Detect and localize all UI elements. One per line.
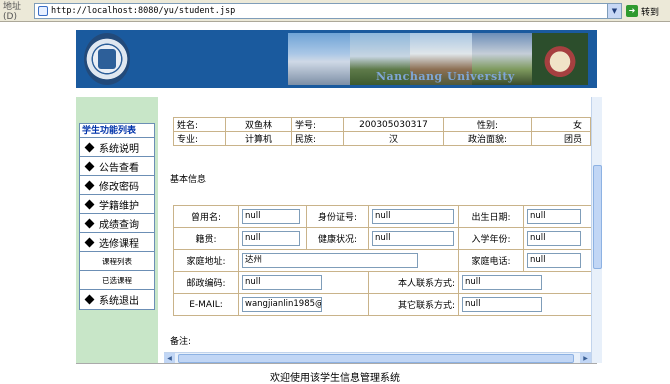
major-value: 计算机 <box>225 131 292 146</box>
basic-info-table: 曾用名: null 身份证号: null 出生日期: null 籍贯: null… <box>173 205 593 316</box>
diamond-bullet-icon <box>84 294 95 305</box>
idcard-label: 身份证号: <box>306 205 369 228</box>
native-place-input[interactable]: null <box>242 231 300 246</box>
email-input[interactable]: wangjianlin1985@ <box>242 297 322 312</box>
home-phone-label: 家庭电话: <box>458 249 524 272</box>
enroll-year-input[interactable]: null <box>527 231 581 246</box>
diamond-bullet-icon <box>84 237 95 247</box>
other-contact-label: 其它联系方式: <box>368 293 459 316</box>
menu-item-logout[interactable]: 系统退出 <box>80 290 154 309</box>
menu-item-label[interactable]: 选修课程 <box>99 235 139 250</box>
health-label: 健康状况: <box>306 227 369 250</box>
ethnicity-label: 民族: <box>291 131 344 146</box>
address-label: 地址(D) <box>3 2 22 22</box>
header-banner: Nanchang University <box>76 30 597 88</box>
footer-divider <box>76 363 597 364</box>
url-text: http://localhost:8080/yu/student.jsp <box>51 6 236 16</box>
alias-input[interactable]: null <box>242 209 300 224</box>
diamond-bullet-icon <box>84 218 95 228</box>
campus-photo <box>288 33 350 85</box>
menu-item-change-password[interactable]: 修改密码 <box>80 176 154 195</box>
address-bar: 地址(D) http://localhost:8080/yu/student.j… <box>0 0 670 22</box>
url-input[interactable]: http://localhost:8080/yu/student.jsp ▼ <box>34 3 622 19</box>
section-title: 基本信息 <box>170 175 207 185</box>
address-label: 家庭地址: <box>173 249 239 272</box>
vertical-scroll-thumb[interactable] <box>593 165 602 269</box>
menu-item-label[interactable]: 修改密码 <box>99 178 139 193</box>
birth-input[interactable]: null <box>527 209 581 224</box>
zip-label: 邮政编码: <box>173 271 239 294</box>
zip-input[interactable]: null <box>242 275 322 290</box>
remark-label: 备注: <box>170 337 192 347</box>
email-label: E-MAIL: <box>173 293 239 316</box>
name-value: 双鱼林 <box>225 117 292 132</box>
birth-label: 出生日期: <box>458 205 524 228</box>
diamond-bullet-icon <box>84 199 95 209</box>
submenu-selected-courses[interactable]: 已选课程 <box>80 271 154 290</box>
alias-label: 曾用名: <box>173 205 239 228</box>
go-button[interactable]: ➜ 转到 <box>626 3 666 19</box>
contact-input[interactable]: null <box>462 275 542 290</box>
menu-item-system-info[interactable]: 系统说明 <box>80 138 154 157</box>
horizontal-scrollbar[interactable]: ◀ ▶ <box>164 352 591 364</box>
gender-label: 性别: <box>443 117 532 132</box>
home-phone-input[interactable]: null <box>527 253 581 268</box>
page-icon <box>38 6 48 16</box>
horizontal-scroll-thumb[interactable] <box>178 354 574 363</box>
major-label: 专业: <box>173 131 226 146</box>
address-input[interactable]: 达州 <box>242 253 418 268</box>
contact-label: 本人联系方式: <box>368 271 459 294</box>
menu-item-notices[interactable]: 公告查看 <box>80 157 154 176</box>
other-contact-input[interactable]: null <box>462 297 542 312</box>
health-input[interactable]: null <box>372 231 454 246</box>
function-menu: 学生功能列表 系统说明 公告查看 修改密码 学籍维护 成绩查询 选修课程 课程列… <box>79 123 155 310</box>
flower-photo <box>532 33 588 85</box>
submenu-course-list[interactable]: 课程列表 <box>80 252 154 271</box>
menu-title: 学生功能列表 <box>80 124 154 138</box>
politics-value: 团员 <box>531 131 591 146</box>
banner-caption: Nanchang University <box>376 70 515 83</box>
go-arrow-icon: ➜ <box>626 5 638 17</box>
idcard-input[interactable]: null <box>372 209 454 224</box>
university-logo <box>84 33 130 85</box>
menu-item-grades[interactable]: 成绩查询 <box>80 214 154 233</box>
menu-item-label[interactable]: 公告查看 <box>99 159 139 174</box>
footer-text: 欢迎使用该学生信息管理系统 <box>270 373 400 384</box>
ethnicity-value: 汉 <box>343 131 444 146</box>
menu-item-label[interactable]: 学籍维护 <box>99 197 139 212</box>
main-content: 姓名: 双鱼林 学号: 200305030317 性别: 女 专业: 计算机 民… <box>164 97 602 363</box>
menu-item-label[interactable]: 系统说明 <box>99 140 139 155</box>
student-id-label: 学号: <box>291 117 344 132</box>
diamond-bullet-icon <box>84 180 95 190</box>
student-id-value: 200305030317 <box>343 117 444 132</box>
menu-item-label[interactable]: 系统退出 <box>99 292 139 307</box>
student-summary-table: 姓名: 双鱼林 学号: 200305030317 性别: 女 专业: 计算机 民… <box>173 117 591 146</box>
name-label: 姓名: <box>173 117 226 132</box>
enroll-year-label: 入学年份: <box>458 227 524 250</box>
menu-item-label[interactable]: 成绩查询 <box>99 216 139 231</box>
diamond-bullet-icon <box>84 161 95 171</box>
sidebar: 学生功能列表 系统说明 公告查看 修改密码 学籍维护 成绩查询 选修课程 课程列… <box>76 97 158 363</box>
menu-item-electives[interactable]: 选修课程 <box>80 233 154 252</box>
native-place-label: 籍贯: <box>173 227 239 250</box>
chevron-down-icon[interactable]: ▼ <box>607 4 621 18</box>
vertical-scrollbar[interactable] <box>591 97 602 363</box>
diamond-bullet-icon <box>84 142 95 152</box>
gender-value: 女 <box>531 117 591 132</box>
go-label: 转到 <box>641 7 660 18</box>
menu-item-records[interactable]: 学籍维护 <box>80 195 154 214</box>
politics-label: 政治面貌: <box>443 131 532 146</box>
